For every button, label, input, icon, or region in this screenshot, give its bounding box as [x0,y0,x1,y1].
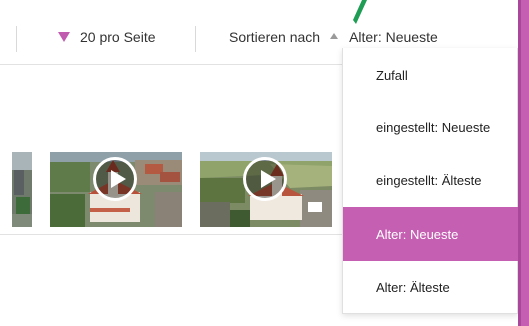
sort-label: Sortieren nach [229,29,321,45]
per-page-label: 20 pro Seite [80,29,156,45]
video-thumbnail[interactable] [50,152,182,227]
sort-dropdown-menu: Zufall eingestellt: Neueste eingestellt:… [342,48,518,314]
play-icon[interactable] [93,157,137,201]
thumbnail-row-separator [0,234,342,235]
sort-option[interactable]: Zufall [343,48,518,102]
sort-select[interactable]: Alter: Neueste [349,29,438,45]
toolbar-divider [195,26,196,52]
sort-control: Sortieren nach Alter: Neueste [229,26,438,48]
play-icon[interactable] [243,157,287,201]
video-thumbnail[interactable] [200,152,332,227]
per-page-selector[interactable]: 20 pro Seite [58,26,156,48]
sort-option[interactable]: eingestellt: Neueste [343,100,518,154]
pointer-marker-icon [353,0,367,24]
triangle-down-icon [58,32,70,42]
sort-option-selected[interactable]: Alter: Neueste [343,207,518,261]
sort-option[interactable]: eingestellt: Älteste [343,153,518,207]
accent-sidebar-edge-shadow [518,0,521,326]
sort-option[interactable]: Alter: Älteste [343,260,518,314]
gallery-page: 20 pro Seite Sortieren nach Alter: Neues… [0,0,529,326]
sort-up-arrow-icon[interactable] [330,33,339,39]
toolbar-separator [0,64,342,65]
toolbar-divider [16,26,17,52]
video-thumbnail[interactable] [12,152,32,227]
